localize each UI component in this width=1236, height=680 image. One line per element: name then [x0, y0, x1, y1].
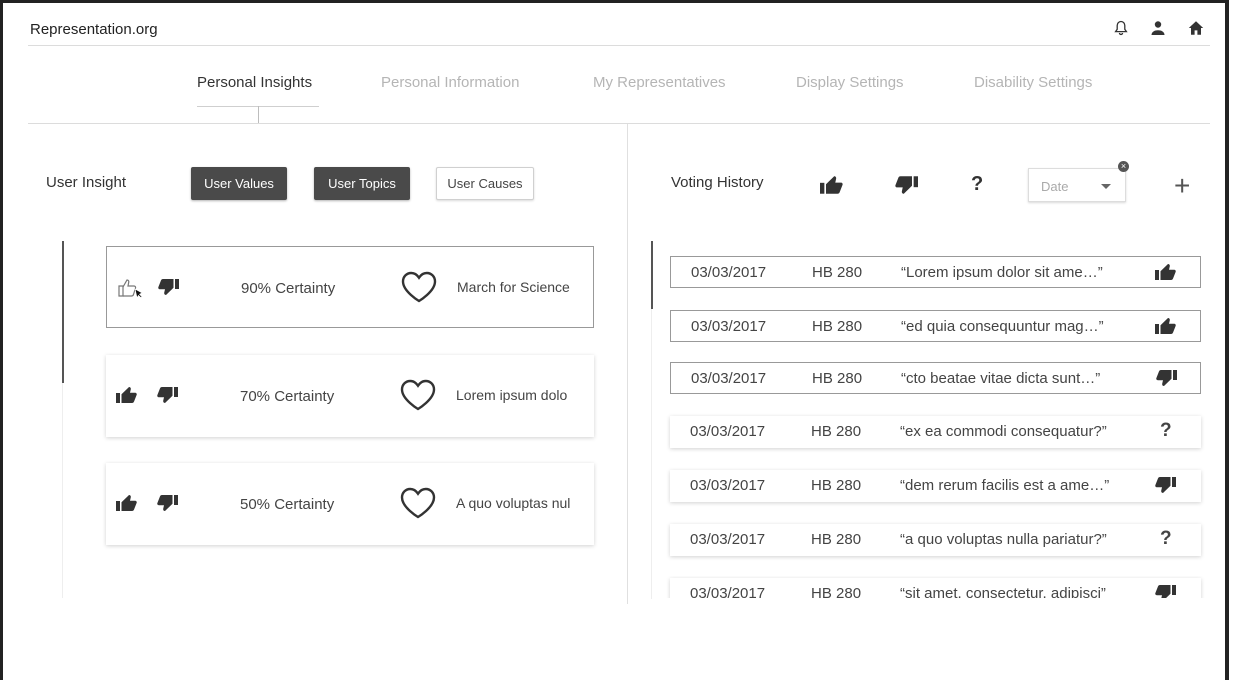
heart-icon[interactable]	[400, 270, 438, 309]
site-title[interactable]: Representation.org	[30, 21, 158, 38]
user-values-button[interactable]: User Values	[191, 167, 287, 200]
tabs-divider	[28, 123, 1210, 124]
vote-text: “a quo voluptas nulla pariatur?”	[900, 531, 1107, 548]
thumbs-up-outline-icon[interactable]	[117, 275, 143, 306]
add-button[interactable]: +	[1174, 172, 1190, 200]
certainty-text: 90% Certainty	[241, 280, 336, 297]
cause-text: Lorem ipsum dolo	[456, 387, 568, 403]
header-divider	[28, 45, 1210, 46]
thumbs-down-icon[interactable]	[156, 386, 178, 409]
thumbs-down-icon	[1154, 476, 1176, 498]
cause-text: March for Science	[457, 279, 570, 295]
vote-text: “dem rerum facilis est a ame…”	[900, 477, 1110, 494]
insight-card: 90% Certainty March for Science	[106, 246, 594, 328]
vote-bill: HB 280	[812, 318, 863, 335]
thumbs-down-icon[interactable]	[156, 494, 178, 517]
cause-text: A quo voluptas nul	[456, 495, 571, 511]
tab-display-settings[interactable]: Display Settings	[796, 74, 904, 91]
thumbs-down-icon	[1154, 584, 1176, 598]
header-icons	[1114, 20, 1204, 36]
tab-disability-settings[interactable]: Disability Settings	[974, 74, 1092, 91]
vote-row[interactable]: 03/03/2017 HB 280 “a quo voluptas nulla …	[670, 524, 1201, 556]
thumbs-up-icon[interactable]	[116, 386, 138, 409]
vote-date: 03/03/2017	[691, 264, 767, 281]
certainty-text: 50% Certainty	[240, 496, 335, 513]
user-topics-button[interactable]: User Topics	[314, 167, 410, 200]
vote-text: “sit amet, consectetur, adipisci”	[900, 585, 1106, 598]
clear-icon[interactable]: ×	[1118, 161, 1129, 172]
vote-text: “cto beatae vitae dicta sunt…”	[901, 370, 1101, 387]
tab-personal-insights[interactable]: Personal Insights	[197, 74, 312, 91]
home-icon[interactable]	[1188, 20, 1204, 36]
vote-date: 03/03/2017	[690, 477, 766, 494]
vote-bill: HB 280	[812, 264, 863, 281]
vote-date: 03/03/2017	[690, 531, 766, 548]
vote-bill: HB 280	[812, 370, 863, 387]
vote-bill: HB 280	[811, 531, 862, 548]
tab-bar: Personal Insights Personal Information M…	[0, 74, 1236, 98]
unknown-vote-icon: ?	[1160, 420, 1172, 441]
user-causes-button[interactable]: User Causes	[436, 167, 534, 200]
vote-bill: HB 280	[811, 477, 862, 494]
thumbs-down-icon	[1155, 369, 1177, 391]
vote-row[interactable]: 03/03/2017 HB 280 “ex ea commodi consequ…	[670, 416, 1201, 448]
vote-row[interactable]: 03/03/2017 HB 280 “sit amet, consectetur…	[670, 578, 1201, 598]
user-insight-label: User Insight	[46, 174, 127, 191]
heart-icon[interactable]	[399, 378, 437, 417]
vote-date: 03/03/2017	[690, 585, 766, 598]
vote-date: 03/03/2017	[691, 318, 767, 335]
thumbs-up-icon[interactable]	[116, 494, 138, 517]
vote-row[interactable]: 03/03/2017 HB 280 “cto beatae vitae dict…	[670, 362, 1201, 394]
certainty-text: 70% Certainty	[240, 388, 335, 405]
vote-row[interactable]: 03/03/2017 HB 280 “ed quia consequuntur …	[670, 310, 1201, 342]
vote-row[interactable]: 03/03/2017 HB 280 “Lorem ipsum dolor sit…	[670, 256, 1201, 288]
vote-date: 03/03/2017	[690, 423, 766, 440]
date-dropdown[interactable]: Date	[1028, 168, 1126, 202]
heart-icon[interactable]	[399, 486, 437, 525]
person-icon[interactable]	[1150, 20, 1166, 36]
unknown-vote-icon: ?	[1160, 528, 1172, 549]
votes-scrollbar-thumb[interactable]	[651, 241, 653, 309]
vote-row-clip: 03/03/2017 HB 280 “sit amet, consectetur…	[660, 576, 1220, 598]
insight-card: 70% Certainty Lorem ipsum dolo	[106, 355, 594, 437]
filter-unknown-button[interactable]: ?	[971, 173, 983, 196]
filter-thumbs-up-icon[interactable]	[820, 175, 844, 200]
insight-scrollbar-track	[62, 383, 63, 598]
vote-bill: HB 280	[811, 585, 862, 598]
date-placeholder: Date	[1041, 179, 1069, 194]
tab-my-representatives[interactable]: My Representatives	[593, 74, 726, 91]
tab-personal-information[interactable]: Personal Information	[381, 74, 519, 91]
filter-thumbs-down-icon[interactable]	[894, 175, 918, 200]
bell-icon[interactable]	[1114, 20, 1128, 36]
voting-history-label: Voting History	[671, 174, 764, 191]
thumbs-down-icon[interactable]	[157, 278, 179, 301]
thumbs-up-icon	[1155, 317, 1177, 339]
insight-card: 50% Certainty A quo voluptas nul	[106, 463, 594, 545]
vote-row[interactable]: 03/03/2017 HB 280 “dem rerum facilis est…	[670, 470, 1201, 502]
vote-bill: HB 280	[811, 423, 862, 440]
caret-down-icon	[1101, 184, 1111, 189]
vote-text: “ed quia consequuntur mag…”	[901, 318, 1104, 335]
active-tab-indicator	[258, 106, 259, 123]
insight-scrollbar-thumb[interactable]	[62, 241, 64, 383]
vote-text: “ex ea commodi consequatur?”	[900, 423, 1107, 440]
votes-scrollbar-track	[651, 309, 652, 599]
vote-text: “Lorem ipsum dolor sit ame…”	[901, 264, 1103, 281]
panel-divider	[627, 124, 628, 604]
vote-date: 03/03/2017	[691, 370, 767, 387]
thumbs-up-icon	[1155, 263, 1177, 285]
